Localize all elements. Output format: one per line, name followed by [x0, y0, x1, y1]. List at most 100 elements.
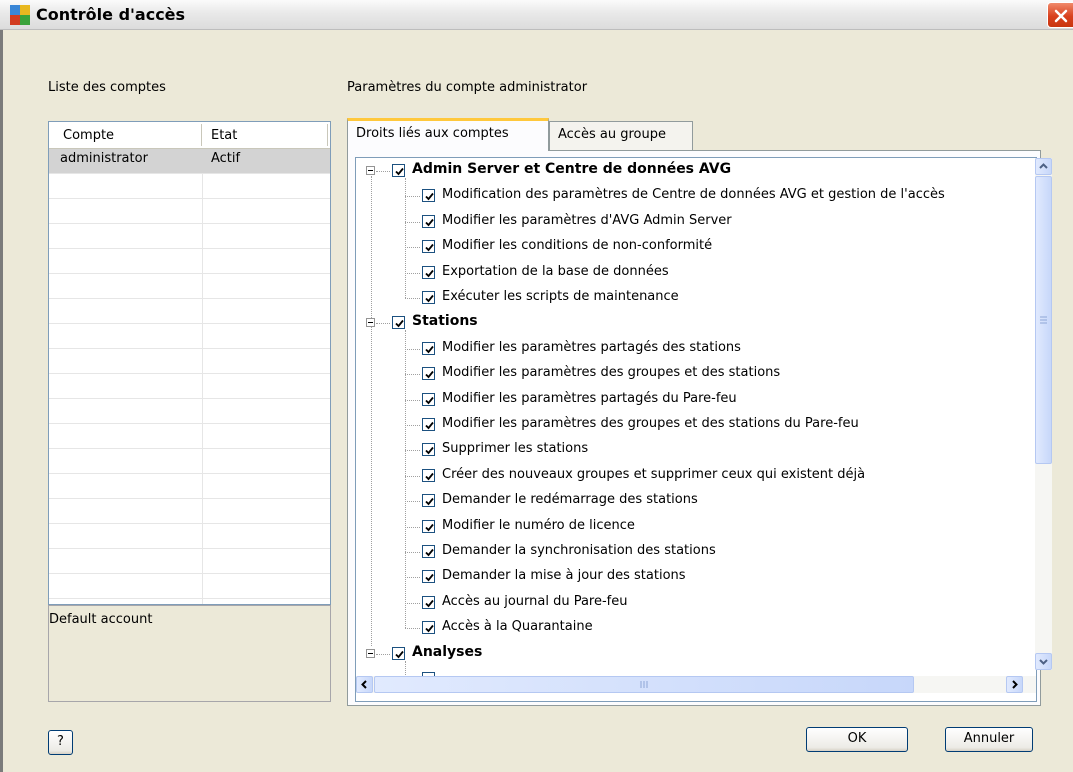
tree-permission-label: Exportation de la base de données — [442, 263, 669, 279]
permissions-tree[interactable]: Admin Server et Centre de données AVG Mod… — [355, 157, 1037, 702]
table-row — [49, 474, 330, 499]
tree-permission-label: Modifier le numéro de licence — [442, 517, 635, 533]
checkbox[interactable] — [392, 164, 405, 177]
checkmark-icon — [425, 599, 434, 608]
checkmark-icon — [425, 548, 434, 557]
checkbox[interactable] — [422, 545, 435, 558]
scroll-up-button[interactable] — [1035, 158, 1052, 175]
tree-horizontal-scrollbar[interactable] — [356, 676, 1036, 693]
checkmark-icon — [425, 574, 434, 582]
checkbox[interactable] — [422, 214, 435, 228]
help-button[interactable]: ? — [48, 730, 73, 755]
table-row — [49, 349, 330, 374]
checkbox[interactable] — [422, 418, 435, 431]
table-row — [49, 224, 330, 249]
checkmark-icon — [395, 320, 404, 328]
checkbox[interactable] — [422, 519, 435, 533]
tree-permission-label: Modifier les conditions de non-conformit… — [442, 238, 713, 254]
tab-group-access[interactable]: Accès au groupe — [549, 121, 693, 150]
grip-icon — [1040, 316, 1047, 324]
checkbox[interactable] — [422, 265, 435, 279]
checkbox[interactable] — [422, 595, 435, 609]
accounts-list-header: Compte Etat — [49, 122, 330, 149]
checkbox[interactable] — [422, 621, 435, 635]
checkbox[interactable] — [422, 570, 435, 584]
table-row — [49, 499, 330, 524]
horizontal-scroll-thumb[interactable] — [374, 676, 914, 693]
table-row — [49, 299, 330, 324]
chevron-up-icon — [1039, 163, 1048, 169]
tree-group-label: Analyses — [412, 643, 483, 660]
settings-section-label: Paramètres du compte administrator — [347, 80, 588, 95]
checkbox[interactable] — [422, 291, 435, 304]
checkbox[interactable] — [422, 341, 435, 355]
checkbox[interactable] — [422, 367, 435, 381]
close-icon — [1054, 9, 1068, 23]
checkmark-icon — [425, 447, 434, 455]
table-row — [49, 199, 330, 224]
checkmark-icon — [425, 218, 434, 227]
table-row — [49, 399, 330, 424]
checkmark-icon — [425, 345, 434, 354]
checkmark-icon — [425, 294, 434, 303]
checkmark-icon — [425, 472, 434, 481]
checkmark-icon — [425, 498, 434, 506]
table-row — [49, 424, 330, 449]
checkmark-icon — [425, 244, 434, 252]
account-name-cell: administrator — [60, 151, 148, 166]
tree-permission-label: Modification des paramètres de Centre de… — [442, 187, 945, 203]
close-button[interactable] — [1047, 2, 1073, 28]
tree-permission-label: Créer des nouveaux groupes et supprimer … — [442, 466, 866, 482]
scroll-down-button[interactable] — [1035, 653, 1052, 670]
tab-account-rights[interactable]: Droits liés aux comptes — [347, 118, 549, 151]
column-header-state[interactable]: Etat — [211, 128, 237, 143]
checkbox[interactable] — [422, 494, 435, 508]
tab-group-access-label: Accès au groupe — [558, 127, 666, 142]
title-bar: Contrôle d'accès — [0, 0, 1073, 30]
scroll-right-button[interactable] — [1006, 676, 1023, 693]
account-description-text: Default account — [49, 612, 153, 627]
checkmark-icon — [395, 167, 404, 176]
table-row[interactable]: administrator Actif — [49, 149, 330, 174]
checkbox[interactable] — [422, 443, 435, 457]
checkbox[interactable] — [422, 240, 435, 254]
avg-app-icon — [10, 5, 30, 25]
tree-permission-label: Demander le redémarrage des stations — [442, 492, 698, 508]
tree-vertical-scrollbar[interactable] — [1035, 158, 1052, 670]
checkmark-icon — [425, 421, 434, 430]
chevron-left-icon — [361, 680, 367, 689]
vertical-scroll-thumb[interactable] — [1035, 176, 1052, 464]
checkbox[interactable] — [422, 392, 435, 406]
tree-permission-label: Supprimer les stations — [442, 441, 589, 457]
ok-button[interactable]: OK — [806, 727, 908, 752]
collapse-toggle-icon[interactable] — [366, 318, 375, 328]
table-row — [49, 574, 330, 599]
checkbox[interactable] — [422, 189, 435, 203]
collapse-toggle-icon[interactable] — [366, 648, 375, 658]
grip-icon — [640, 681, 648, 688]
tab-account-rights-label: Droits liés aux comptes — [356, 126, 509, 141]
table-row — [49, 174, 330, 199]
scroll-left-button[interactable] — [356, 676, 373, 693]
column-header-account[interactable]: Compte — [63, 128, 114, 143]
checkbox[interactable] — [422, 468, 435, 482]
window-frame — [0, 30, 3, 772]
table-row — [49, 449, 330, 474]
checkmark-icon — [395, 650, 404, 658]
tree-permission-label: Demander la mise à jour des stations — [442, 568, 686, 584]
checkmark-icon — [425, 269, 434, 277]
tree-permission-label: Modifier les paramètres des groupes et d… — [442, 365, 781, 381]
account-description: Default account — [48, 605, 331, 702]
tree-permission-label: Accès à la Quarantaine — [442, 619, 593, 635]
checkbox[interactable] — [392, 316, 405, 330]
chevron-right-icon — [1012, 680, 1018, 689]
checkbox[interactable] — [392, 646, 405, 660]
checkmark-icon — [425, 523, 434, 531]
tree-permission-label: Modifier les paramètres partagés du Pare… — [442, 390, 737, 406]
table-row — [49, 374, 330, 399]
accounts-list[interactable]: Compte Etat administrator Actif — [48, 121, 331, 605]
collapse-toggle-icon[interactable] — [366, 166, 375, 175]
tree-permission-label: Demander la synchronisation des stations — [442, 543, 716, 558]
checkmark-icon — [425, 396, 434, 404]
cancel-button[interactable]: Annuler — [945, 727, 1033, 752]
